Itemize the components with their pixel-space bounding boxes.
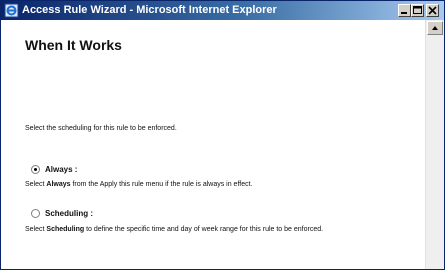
always-desc-suffix: from the Apply this rule menu if the rul… bbox=[70, 181, 253, 188]
close-button[interactable] bbox=[426, 4, 439, 17]
maximize-button[interactable] bbox=[411, 4, 424, 17]
wizard-window: Access Rule Wizard - Microsoft Internet … bbox=[0, 0, 445, 270]
always-description: Select Always from the Apply this rule m… bbox=[25, 181, 253, 188]
close-icon bbox=[428, 6, 437, 15]
window-title: Access Rule Wizard - Microsoft Internet … bbox=[22, 4, 277, 16]
ie-window-icon[interactable] bbox=[4, 3, 19, 18]
scheduling-desc-suffix: to define the specific time and day of w… bbox=[84, 226, 324, 233]
scroll-up-button[interactable] bbox=[427, 21, 443, 35]
minimize-icon bbox=[401, 12, 407, 14]
always-radio[interactable] bbox=[31, 165, 40, 174]
page-heading: When It Works bbox=[25, 37, 122, 53]
title-bar[interactable]: Access Rule Wizard - Microsoft Internet … bbox=[1, 1, 444, 20]
always-label[interactable]: Always : bbox=[45, 165, 77, 174]
always-desc-bold: Always bbox=[46, 181, 71, 188]
scheduling-radio[interactable] bbox=[31, 209, 40, 218]
vertical-scrollbar[interactable] bbox=[425, 20, 444, 269]
always-desc-prefix: Select bbox=[25, 181, 47, 188]
scroll-up-arrow-icon bbox=[432, 26, 438, 30]
intro-text: Select the scheduling for this rule to b… bbox=[25, 125, 177, 132]
scheduling-desc-prefix: Select bbox=[25, 226, 47, 233]
minimize-button[interactable] bbox=[398, 4, 411, 17]
maximize-icon bbox=[413, 6, 422, 14]
scheduling-option[interactable]: Scheduling : bbox=[31, 209, 93, 218]
scheduling-desc-bold: Scheduling bbox=[46, 226, 85, 233]
scheduling-label[interactable]: Scheduling : bbox=[45, 209, 93, 218]
wizard-content: When It Works Select the scheduling for … bbox=[1, 20, 425, 269]
always-option[interactable]: Always : bbox=[31, 165, 77, 174]
scheduling-description: Select Scheduling to define the specific… bbox=[25, 226, 323, 233]
